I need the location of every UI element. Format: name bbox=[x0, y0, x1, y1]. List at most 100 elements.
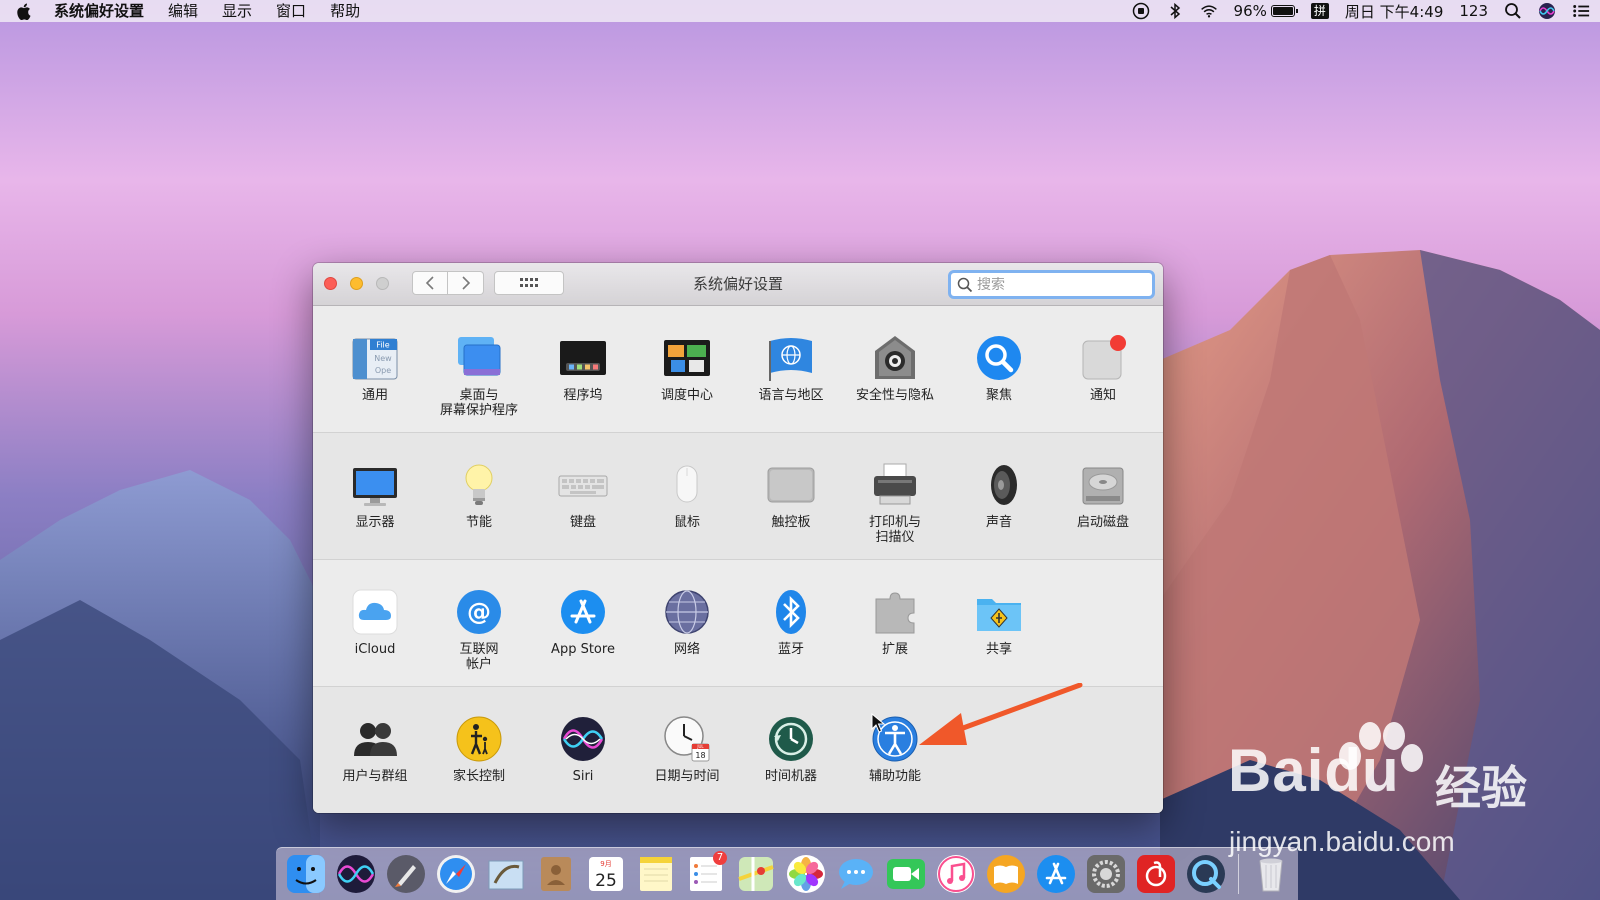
title-bar[interactable]: 系统偏好设置 bbox=[313, 263, 1163, 306]
wifi-icon[interactable] bbox=[1200, 2, 1218, 20]
battery-status[interactable]: 96% bbox=[1233, 2, 1298, 20]
pref-desktop-screensaver[interactable]: 桌面与 屏幕保护程序 bbox=[427, 306, 531, 432]
dock-safari[interactable] bbox=[432, 850, 480, 898]
pref-general[interactable]: File New Ope 通用 bbox=[323, 306, 427, 432]
dock-trash[interactable] bbox=[1247, 850, 1295, 898]
pref-keyboard[interactable]: 键盘 bbox=[531, 433, 635, 559]
pref-sound[interactable]: 声音 bbox=[947, 433, 1051, 559]
pref-energy-saver[interactable]: 节能 bbox=[427, 433, 531, 559]
pref-label: 聚焦 bbox=[985, 388, 1012, 403]
window-menu[interactable]: 窗口 bbox=[264, 0, 318, 22]
dock-mail[interactable] bbox=[482, 850, 530, 898]
dock-quicktime[interactable] bbox=[1182, 850, 1230, 898]
pref-users-groups[interactable]: 用户与群组 bbox=[323, 687, 427, 813]
forward-button[interactable] bbox=[448, 271, 484, 295]
show-all-button[interactable] bbox=[494, 271, 564, 295]
menu-bar: 系统偏好设置 编辑 显示 窗口 帮助 96% 拼 周日 下午4:49 123 bbox=[0, 0, 1600, 22]
preferences-row-internet: iCloud @ 互联网 帐户 App Store 网络 蓝牙 扩展 共享 bbox=[313, 560, 1163, 687]
minimize-button[interactable] bbox=[350, 277, 363, 290]
notification-center-icon[interactable] bbox=[1572, 2, 1590, 20]
ibooks-icon bbox=[987, 855, 1025, 893]
dock-notes[interactable] bbox=[632, 850, 680, 898]
search-field[interactable] bbox=[948, 270, 1155, 299]
dock-app-store[interactable] bbox=[1032, 850, 1080, 898]
date-time-icon-day: 18 bbox=[695, 751, 705, 760]
pref-app-store[interactable]: App Store bbox=[531, 560, 635, 686]
pref-date-time[interactable]: JUL 18 日期与时间 bbox=[635, 687, 739, 813]
sharing-icon bbox=[973, 586, 1025, 638]
pref-label: 用户与群组 bbox=[342, 769, 408, 784]
view-menu[interactable]: 显示 bbox=[210, 0, 264, 22]
pref-internet-accounts[interactable]: @ 互联网 帐户 bbox=[427, 560, 531, 686]
close-button[interactable] bbox=[324, 277, 337, 290]
siri-menubar-icon[interactable] bbox=[1538, 2, 1556, 20]
pref-label: iCloud bbox=[354, 642, 396, 657]
bluetooth-status-icon[interactable] bbox=[1166, 2, 1184, 20]
help-menu[interactable]: 帮助 bbox=[318, 0, 372, 22]
dock-maps[interactable] bbox=[732, 850, 780, 898]
pref-label: 通知 bbox=[1089, 388, 1116, 403]
general-icon-open: Ope bbox=[375, 366, 391, 375]
pref-mission-control[interactable]: 调度中心 bbox=[635, 306, 739, 432]
dock-icon bbox=[557, 332, 609, 384]
edit-menu[interactable]: 编辑 bbox=[156, 0, 210, 22]
desktop-icon bbox=[453, 332, 505, 384]
finder-icon bbox=[287, 855, 325, 893]
dock-ibooks[interactable] bbox=[982, 850, 1030, 898]
pref-label: 扩展 bbox=[881, 642, 908, 657]
input-method-icon[interactable]: 拼 bbox=[1310, 3, 1329, 19]
pref-sharing[interactable]: 共享 bbox=[947, 560, 1051, 686]
pref-label: 通用 bbox=[361, 388, 388, 403]
pref-startup-disk[interactable]: 启动磁盘 bbox=[1051, 433, 1155, 559]
dock-siri[interactable] bbox=[332, 850, 380, 898]
pref-dock[interactable]: 程序坞 bbox=[531, 306, 635, 432]
pref-label: 打印机与 扫描仪 bbox=[868, 515, 921, 545]
energy-saver-icon bbox=[453, 459, 505, 511]
pref-accessibility[interactable]: 辅助功能 bbox=[843, 687, 947, 813]
pref-label: Siri bbox=[572, 769, 594, 784]
dock-netease-music[interactable] bbox=[1132, 850, 1180, 898]
screen-record-icon[interactable] bbox=[1132, 2, 1150, 20]
app-menu[interactable]: 系统偏好设置 bbox=[46, 0, 156, 22]
dock-calendar[interactable]: 9月 25 bbox=[582, 850, 630, 898]
pref-spotlight[interactable]: 聚焦 bbox=[947, 306, 1051, 432]
pref-printers-scanners[interactable]: 打印机与 扫描仪 bbox=[843, 433, 947, 559]
pref-displays[interactable]: 显示器 bbox=[323, 433, 427, 559]
dock-contacts[interactable] bbox=[532, 850, 580, 898]
pref-notifications[interactable]: 通知 bbox=[1051, 306, 1155, 432]
dock-finder[interactable] bbox=[282, 850, 330, 898]
pref-bluetooth[interactable]: 蓝牙 bbox=[739, 560, 843, 686]
dock-photos[interactable] bbox=[782, 850, 830, 898]
clock[interactable]: 周日 下午4:49 bbox=[1345, 1, 1443, 22]
pref-label: 启动磁盘 bbox=[1076, 515, 1129, 530]
pref-mouse[interactable]: 鼠标 bbox=[635, 433, 739, 559]
pref-parental-controls[interactable]: 家长控制 bbox=[427, 687, 531, 813]
pref-extensions[interactable]: 扩展 bbox=[843, 560, 947, 686]
pref-label: 家长控制 bbox=[452, 769, 505, 784]
dock-launchpad[interactable] bbox=[382, 850, 430, 898]
dock-system-preferences[interactable] bbox=[1082, 850, 1130, 898]
contacts-icon bbox=[541, 857, 571, 891]
app-store-dock-icon bbox=[1037, 855, 1075, 893]
pref-time-machine[interactable]: 时间机器 bbox=[739, 687, 843, 813]
dock-reminders[interactable]: 7 bbox=[682, 850, 730, 898]
dock-messages[interactable] bbox=[832, 850, 880, 898]
input-mode-indicator[interactable]: 123 bbox=[1459, 2, 1488, 20]
sound-icon bbox=[973, 459, 1025, 511]
apple-menu-icon[interactable] bbox=[0, 2, 46, 21]
dock-itunes[interactable] bbox=[932, 850, 980, 898]
pref-network[interactable]: 网络 bbox=[635, 560, 739, 686]
pref-trackpad[interactable]: 触控板 bbox=[739, 433, 843, 559]
spotlight-search-icon[interactable] bbox=[1504, 2, 1522, 20]
search-input[interactable] bbox=[977, 276, 1137, 293]
pref-siri[interactable]: Siri bbox=[531, 687, 635, 813]
battery-percent: 96% bbox=[1233, 2, 1267, 20]
pref-security-privacy[interactable]: 安全性与隐私 bbox=[843, 306, 947, 432]
zoom-button[interactable] bbox=[376, 277, 389, 290]
pref-language-region[interactable]: 语言与地区 bbox=[739, 306, 843, 432]
pref-icloud[interactable]: iCloud bbox=[323, 560, 427, 686]
mouse-icon bbox=[661, 459, 713, 511]
dock-facetime[interactable] bbox=[882, 850, 930, 898]
back-button[interactable] bbox=[412, 271, 448, 295]
pref-label: 程序坞 bbox=[563, 388, 603, 403]
